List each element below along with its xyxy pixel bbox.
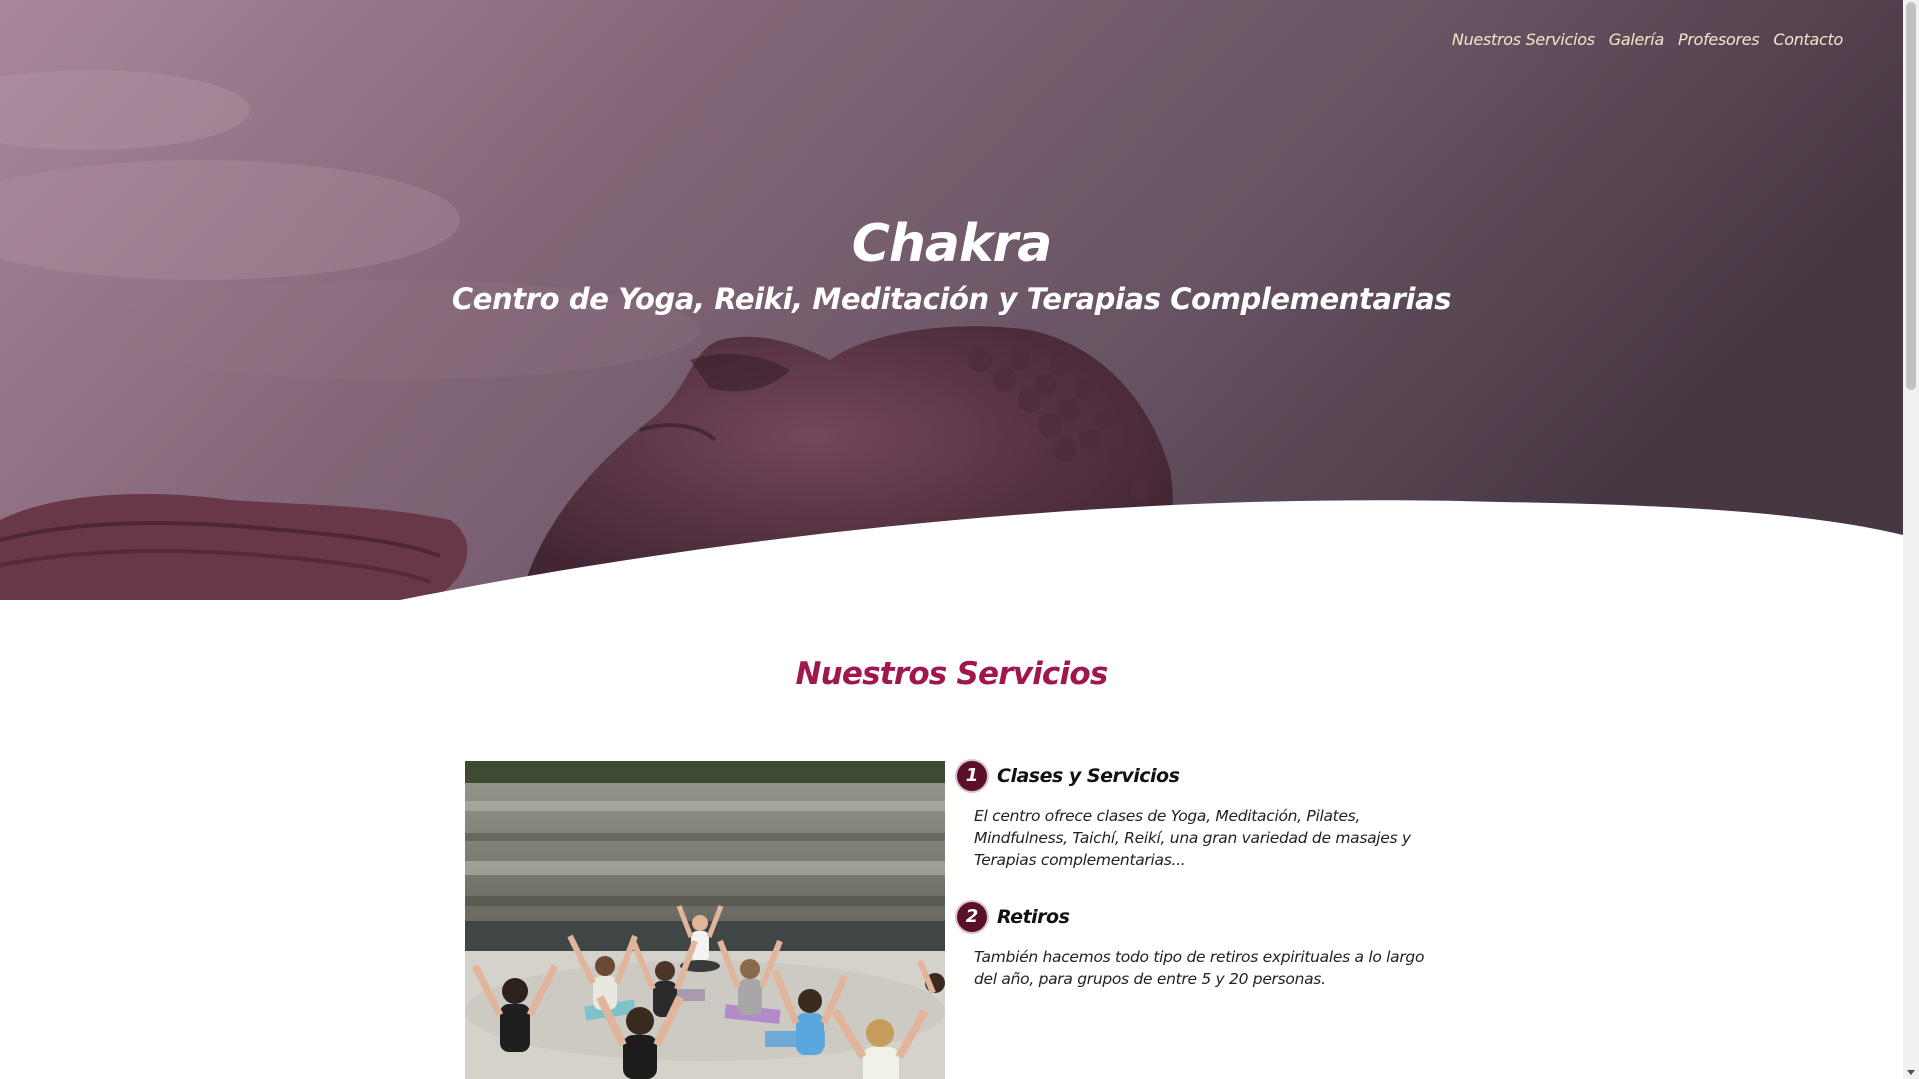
section-title: Nuestros Servicios xyxy=(795,656,1109,692)
yoga-group-photo xyxy=(465,761,945,1079)
service-header: 1 Clases y Servicios xyxy=(957,761,1427,791)
nav-item-galeria[interactable]: Galería xyxy=(1609,30,1665,49)
service-description: También hacemos todo tipo de retiros exp… xyxy=(974,948,1425,988)
scroll-down-arrow-icon[interactable] xyxy=(1907,1070,1915,1075)
scrollbar-thumb[interactable] xyxy=(1906,2,1916,390)
service-title: Clases y Servicios xyxy=(997,765,1180,787)
site-title: Chakra xyxy=(851,214,1053,274)
nav-item-profesores[interactable]: Profesores xyxy=(1678,30,1760,49)
service-header: 2 Retiros xyxy=(957,902,1427,932)
service-item-clases: 1 Clases y Servicios El centro ofrece cl… xyxy=(957,761,1427,871)
page: Nuestros Servicios Galería Profesores Co… xyxy=(0,0,1903,1079)
nav-item-contacto[interactable]: Contacto xyxy=(1773,30,1843,49)
service-item-retiros: 2 Retiros También hacemos todo tipo de r… xyxy=(957,902,1427,990)
hero-banner: Nuestros Servicios Galería Profesores Co… xyxy=(0,0,1903,600)
service-number-badge: 1 xyxy=(957,761,987,791)
vertical-scrollbar[interactable] xyxy=(1903,0,1919,1079)
service-description: El centro ofrece clases de Yoga, Meditac… xyxy=(974,807,1411,869)
service-title: Retiros xyxy=(997,906,1070,928)
main-nav: Nuestros Servicios Galería Profesores Co… xyxy=(1452,30,1843,49)
yoga-group-image xyxy=(465,761,945,1079)
nav-item-nuestros-servicios[interactable]: Nuestros Servicios xyxy=(1452,30,1595,49)
site-subtitle: Centro de Yoga, Reiki, Meditación y Tera… xyxy=(451,282,1452,316)
service-number-badge: 2 xyxy=(957,902,987,932)
